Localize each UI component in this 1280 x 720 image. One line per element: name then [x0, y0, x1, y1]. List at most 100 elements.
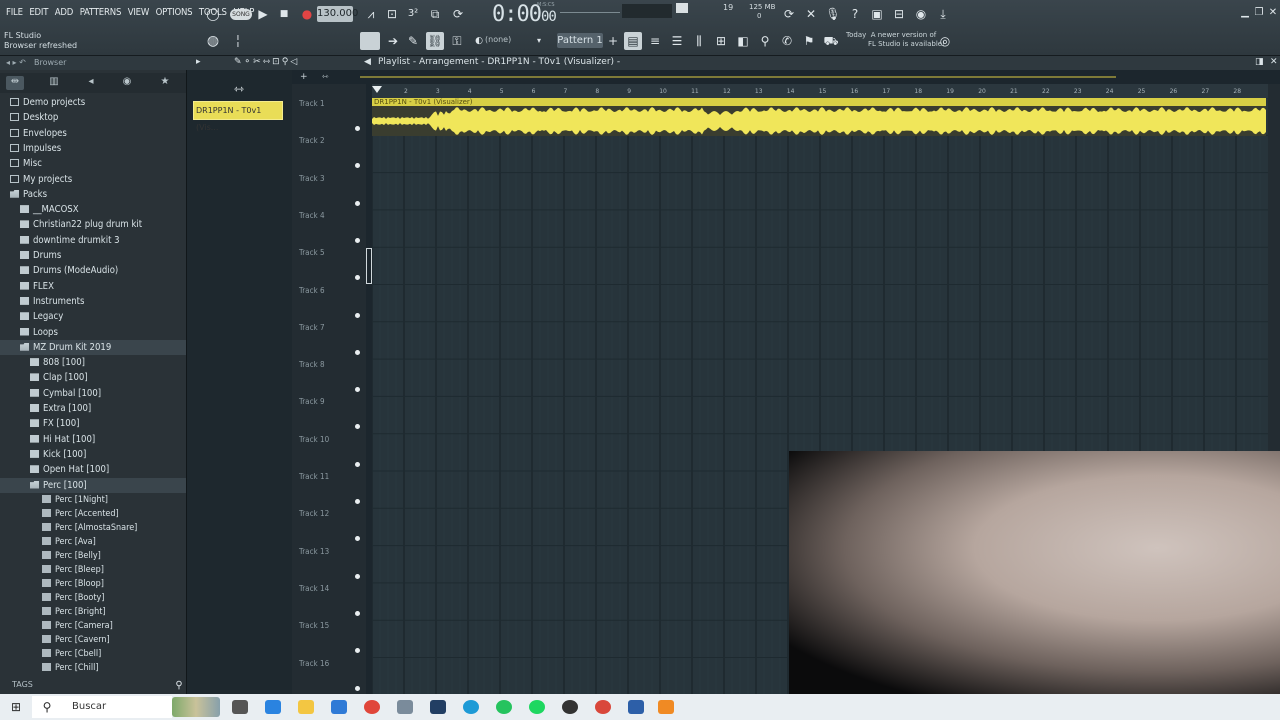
browser-item[interactable]: Demo projects [0, 95, 186, 110]
browser-favorites-tab-icon[interactable]: ★ [156, 76, 174, 90]
browser-item[interactable]: downtime drumkit 3 [0, 233, 186, 248]
track-mute-led[interactable] [355, 610, 360, 616]
help-icon[interactable]: ? [846, 5, 864, 23]
stop-icon[interactable]: ■ [275, 5, 293, 23]
add-track-icon[interactable]: + [300, 72, 308, 82]
mixer-icon[interactable]: ⊟ [890, 5, 908, 23]
browser-item[interactable]: FX [100] [0, 416, 186, 431]
menu-options[interactable]: OPTIONS [156, 7, 193, 18]
playlist-maximize-icon[interactable]: ◨ [1255, 57, 1264, 67]
browser-item[interactable]: Drums [0, 248, 186, 263]
master-pitch-slider[interactable] [560, 12, 620, 13]
globe-icon[interactable]: ◎ [936, 32, 954, 50]
browser-item[interactable]: Loops [0, 325, 186, 340]
track-name[interactable]: Track 10 [299, 435, 329, 444]
track-mute-led[interactable] [355, 573, 360, 579]
browser-item[interactable]: Envelopes [0, 126, 186, 141]
playhead-icon[interactable] [372, 86, 382, 93]
track-name[interactable]: Track 5 [299, 248, 325, 257]
browser-file[interactable]: Perc [Chill] [0, 661, 186, 676]
browser-item[interactable]: Legacy [0, 309, 186, 324]
metronome-icon[interactable]: ⩘ [362, 5, 380, 23]
browser-file[interactable]: Perc [Belly] [0, 549, 186, 564]
playlist-close-icon[interactable]: ✕ [1270, 57, 1278, 67]
track-name[interactable]: Track 15 [299, 621, 329, 630]
app-icon-5[interactable] [397, 700, 413, 714]
edge-icon[interactable] [463, 700, 479, 714]
download-icon[interactable]: ⤓ [934, 5, 952, 23]
record-icon[interactable]: ● [298, 5, 316, 23]
browser-file[interactable]: Perc [Booty] [0, 591, 186, 606]
browser-nav-icon[interactable]: ◂ ▸ ↶ [6, 58, 26, 67]
chrome-icon[interactable] [364, 700, 380, 714]
save-icon[interactable]: ▣ [868, 5, 886, 23]
chat-icon[interactable]: ◉ [912, 5, 930, 23]
news-panel[interactable]: Today A newer version of FL Studio is av… [846, 31, 945, 49]
menu-file[interactable]: FILE [6, 7, 23, 18]
fl-studio-taskbar-icon[interactable] [658, 700, 674, 714]
plugin-database-icon[interactable]: ◧ [734, 32, 752, 50]
browser-file[interactable]: Perc [Bloop] [0, 577, 186, 592]
app-icon-12[interactable] [628, 700, 644, 714]
blend-notes-icon[interactable]: ⧉ [426, 5, 444, 23]
browser-item[interactable]: MZ Drum Kit 2019 [0, 339, 186, 355]
mixer-window-icon[interactable]: ⫼ [690, 32, 708, 50]
track-mute-led[interactable] [355, 200, 360, 206]
spotify-icon[interactable] [529, 700, 545, 714]
browser-item[interactable]: Perc [100] [0, 477, 186, 493]
track-name[interactable]: Track 11 [299, 472, 329, 481]
browser-item[interactable]: Christian22 plug drum kit [0, 217, 186, 232]
browser-item[interactable]: Kick [100] [0, 447, 186, 462]
browser-item[interactable]: FLEX [0, 279, 186, 294]
view-playlist-button[interactable] [360, 32, 380, 50]
playlist-tools-icon[interactable]: ✎⚬✂⇿⊡⚲◁ [234, 57, 299, 67]
browser-file[interactable]: Perc [Bright] [0, 605, 186, 620]
track-name[interactable]: Track 7 [299, 323, 325, 332]
track-name[interactable]: Track 13 [299, 547, 329, 556]
browser-plugins-tab-icon[interactable]: ◂ [82, 76, 100, 90]
track-name[interactable]: Track 16 [299, 659, 329, 668]
task-view-icon[interactable] [232, 700, 248, 714]
browser-item[interactable]: Hi Hat [100] [0, 432, 186, 447]
menu-add[interactable]: ADD [55, 7, 74, 18]
browser-item[interactable]: Cymbal [100] [0, 386, 186, 401]
track-mute-led[interactable] [355, 126, 360, 131]
close-icon[interactable]: ✕ [1264, 4, 1280, 22]
refresh-icon[interactable]: ⟳ [780, 5, 798, 23]
browser-file[interactable]: Perc [Ava] [0, 535, 186, 550]
stamp-icon[interactable]: ⚿ [448, 32, 466, 50]
browser-item[interactable]: Drums (ModeAudio) [0, 263, 186, 278]
track-mute-led[interactable] [355, 461, 360, 467]
track-name[interactable]: Track 8 [299, 360, 325, 369]
touch-controller-icon[interactable]: ✆ [778, 32, 796, 50]
track-mute-led[interactable] [355, 685, 360, 691]
tags-label[interactable]: TAGS [12, 680, 33, 689]
track-name[interactable]: Track 1 [299, 99, 325, 108]
zoom-icon[interactable]: ⇿ [322, 72, 329, 81]
shop-icon[interactable]: ⛟ [822, 32, 840, 50]
browser-file[interactable]: Perc [Accented] [0, 507, 186, 522]
track-name[interactable]: Track 2 [299, 136, 325, 145]
track-mute-led[interactable] [355, 349, 360, 355]
browser-item[interactable]: Impulses [0, 141, 186, 156]
app-icon-6[interactable] [430, 700, 446, 714]
microphone-icon[interactable]: 🎙 [824, 5, 842, 23]
browser-file[interactable]: Perc [1Night] [0, 493, 186, 508]
app-icon-10[interactable] [562, 700, 578, 714]
taskbar-app-icon[interactable] [265, 700, 281, 714]
track-mute-led[interactable] [355, 237, 360, 243]
playlist-arrow-icon[interactable]: ▸ [196, 57, 201, 67]
chrome-canary-icon[interactable] [595, 700, 611, 714]
browser-item[interactable]: __MACOSX [0, 202, 186, 217]
browser-file[interactable]: Perc [AlmostaSnare] [0, 521, 186, 536]
channel-rack-icon[interactable]: ☰ [668, 32, 686, 50]
browser-project-tab-icon[interactable]: ▥ [45, 76, 63, 90]
script-output-icon[interactable]: ⚑ [800, 32, 818, 50]
picker-clip[interactable]: DR1PP1N - T0v1 (Vis... [193, 101, 283, 132]
panic-icon[interactable]: ✕ [802, 5, 820, 23]
browser-sync-tab-icon[interactable]: ◉ [118, 76, 136, 90]
snap-dropdown-icon[interactable]: ▾ [530, 32, 548, 50]
snap-selector[interactable]: (none) [485, 35, 511, 44]
menu-edit[interactable]: EDIT [29, 7, 48, 18]
track-mute-led[interactable] [355, 499, 360, 504]
